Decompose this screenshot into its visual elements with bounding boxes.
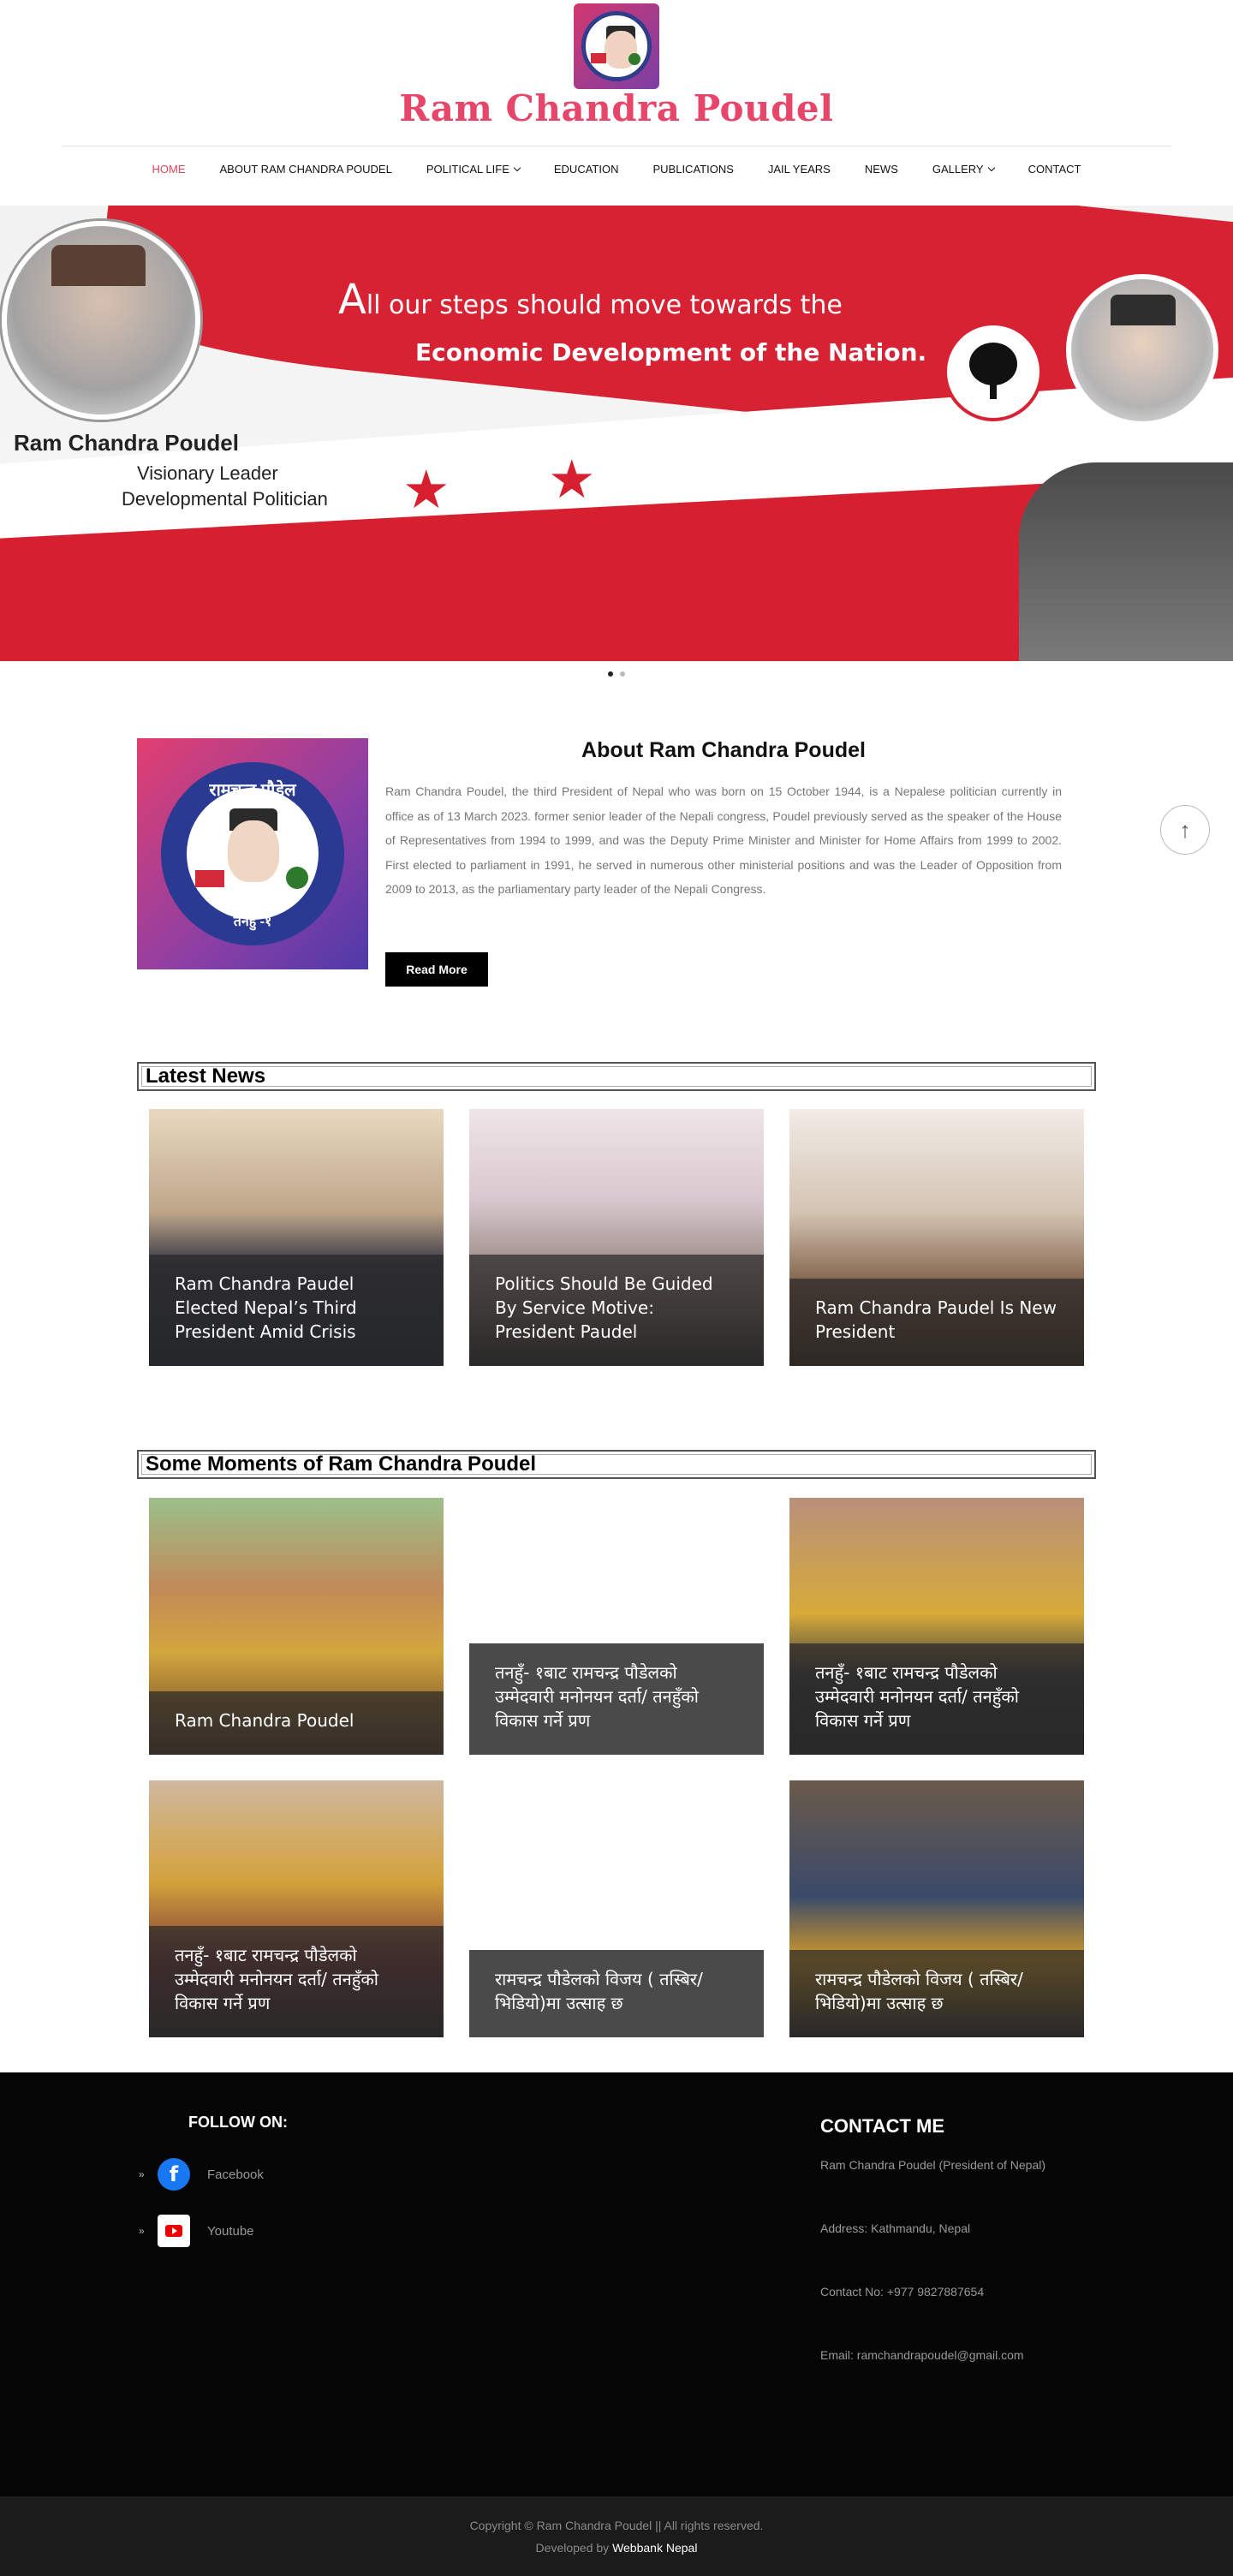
site-title[interactable]: Ram Chandra Poudel	[0, 87, 1233, 129]
flag-icon	[591, 53, 606, 63]
double-chevron-right-icon: »	[139, 2168, 145, 2180]
about-logo-text-bottom: तनहुँ -१	[233, 915, 272, 929]
latest-news-heading: Latest News	[137, 1062, 1096, 1091]
contact-address: Address: Kathmandu, Nepal	[820, 2221, 971, 2235]
tree-icon	[628, 53, 640, 65]
moment-card[interactable]: रामचन्द्र पौडेलको विजय ( तस्बिर/ भिडियो)…	[789, 1780, 1084, 2037]
developer-link[interactable]: Webbank Nepal	[612, 2541, 697, 2555]
chevron-down-icon	[513, 164, 521, 171]
moment-card[interactable]: तनहुँ- १बाट रामचन्द्र पौडेलको उम्मेदवारी…	[789, 1498, 1084, 1755]
site-footer: FOLLOW ON: » f Facebook » Youtube CONTAC…	[0, 2072, 1233, 2496]
moment-caption: तनहुँ- १बाट रामचन्द्र पौडेलको उम्मेदवारी…	[789, 1643, 1084, 1755]
about-logo-image: रामचन्द्र पौडेल तनहुँ -१	[137, 738, 368, 969]
nav-home[interactable]: HOME	[152, 163, 186, 176]
contact-email[interactable]: Email: ramchandrapoudel@gmail.com	[820, 2348, 1024, 2362]
moments-heading: Some Moments of Ram Chandra Poudel	[137, 1450, 1096, 1479]
news-caption: Politics Should Be Guided By Service Mot…	[469, 1255, 764, 1366]
contact-phone[interactable]: Contact No: +977 9827887654	[820, 2285, 984, 2299]
nav-political-life[interactable]: POLITICAL LIFE	[426, 163, 521, 176]
follow-title: FOLLOW ON:	[188, 2114, 288, 2131]
slider-dots	[0, 671, 1233, 677]
flag-icon	[195, 870, 224, 887]
news-card[interactable]: Ram Chandra Paudel Elected Nepal’s Third…	[149, 1109, 444, 1366]
site-header: Ram Chandra Poudel HOME ABOUT RAM CHANDR…	[0, 0, 1233, 206]
copyright-text: Copyright © Ram Chandra Poudel || All ri…	[469, 2519, 764, 2532]
portrait-image-right	[1066, 274, 1218, 426]
news-card[interactable]: Politics Should Be Guided By Service Mot…	[469, 1109, 764, 1366]
youtube-link[interactable]: » Youtube	[139, 2215, 254, 2247]
contact-title: CONTACT ME	[820, 2115, 945, 2137]
developer-line: Developed by Webbank Nepal	[535, 2541, 698, 2555]
hero-tagline-line2: Economic Development of the Nation.	[415, 338, 927, 367]
moment-caption: रामचन्द्र पौडेलको विजय ( तस्बिर/ भिडियो)…	[789, 1950, 1084, 2037]
hero-slider[interactable]: ★ ★ ★ ★ All our steps should move toward…	[0, 206, 1233, 661]
moment-caption: तनहुँ- १बाट रामचन्द्र पौडेलको उम्मेदवारी…	[469, 1643, 764, 1755]
main-nav: HOME ABOUT RAM CHANDRA POUDEL POLITICAL …	[0, 163, 1233, 176]
news-caption: Ram Chandra Paudel Elected Nepal’s Third…	[149, 1255, 444, 1366]
hero-subtitle-1: Visionary Leader	[137, 462, 278, 484]
about-title: About Ram Chandra Poudel	[581, 738, 866, 762]
hero-subtitle-2: Developmental Politician	[122, 488, 328, 510]
star-icon: ★	[676, 502, 724, 561]
chevron-down-icon	[987, 164, 995, 171]
nav-jail-years[interactable]: JAIL YEARS	[768, 163, 831, 176]
nav-education[interactable]: EDUCATION	[554, 163, 619, 176]
nav-news[interactable]: NEWS	[865, 163, 898, 176]
star-icon: ★	[402, 461, 450, 520]
read-more-button[interactable]: Read More	[385, 952, 488, 987]
moment-caption: रामचन्द्र पौडेलको विजय ( तस्बिर/ भिडियो)…	[469, 1950, 764, 2037]
bottom-bar: Copyright © Ram Chandra Poudel || All ri…	[0, 2496, 1233, 2576]
nav-publications[interactable]: PUBLICATIONS	[652, 163, 733, 176]
tree-icon	[286, 867, 308, 889]
facebook-link[interactable]: » f Facebook	[139, 2158, 264, 2191]
news-card[interactable]: Ram Chandra Paudel Is New President	[789, 1109, 1084, 1366]
party-tree-emblem-icon	[944, 322, 1043, 421]
moment-card[interactable]: Ram Chandra Poudel	[149, 1498, 444, 1755]
speaker-image	[1019, 462, 1233, 661]
star-icon: ★	[548, 526, 596, 585]
star-icon: ★	[548, 450, 596, 510]
nav-about[interactable]: ABOUT RAM CHANDRA POUDEL	[220, 163, 392, 176]
logo-emblem	[581, 11, 652, 81]
slider-dot-1[interactable]	[608, 671, 613, 677]
moment-card[interactable]: तनहुँ- १बाट रामचन्द्र पौडेलको उम्मेदवारी…	[149, 1780, 444, 2037]
slider-dot-2[interactable]	[620, 671, 625, 677]
site-logo[interactable]	[574, 3, 659, 89]
moment-card[interactable]: रामचन्द्र पौडेलको विजय ( तस्बिर/ भिडियो)…	[469, 1780, 764, 2037]
news-caption: Ram Chandra Paudel Is New President	[789, 1279, 1084, 1366]
portrait-image-left	[2, 221, 200, 420]
youtube-icon	[158, 2215, 190, 2247]
moment-caption: तनहुँ- १बाट रामचन्द्र पौडेलको उम्मेदवारी…	[149, 1926, 444, 2037]
moment-card[interactable]: तनहुँ- १बाट रामचन्द्र पौडेलको उम्मेदवारी…	[469, 1498, 764, 1755]
facebook-icon: f	[158, 2158, 190, 2191]
arrow-up-icon: ↑	[1179, 816, 1191, 843]
hero-name: Ram Chandra Poudel	[14, 430, 239, 456]
contact-name: Ram Chandra Poudel (President of Nepal)	[820, 2158, 1046, 2172]
double-chevron-right-icon: »	[139, 2225, 145, 2237]
hero-tagline-line1: All our steps should move towards the	[338, 276, 843, 324]
nav-gallery[interactable]: GALLERY	[932, 163, 995, 176]
moment-caption: Ram Chandra Poudel	[149, 1691, 444, 1755]
about-text: Ram Chandra Poudel, the third President …	[385, 784, 1062, 896]
nav-contact[interactable]: CONTACT	[1028, 163, 1081, 176]
scroll-top-button[interactable]: ↑	[1160, 805, 1210, 855]
